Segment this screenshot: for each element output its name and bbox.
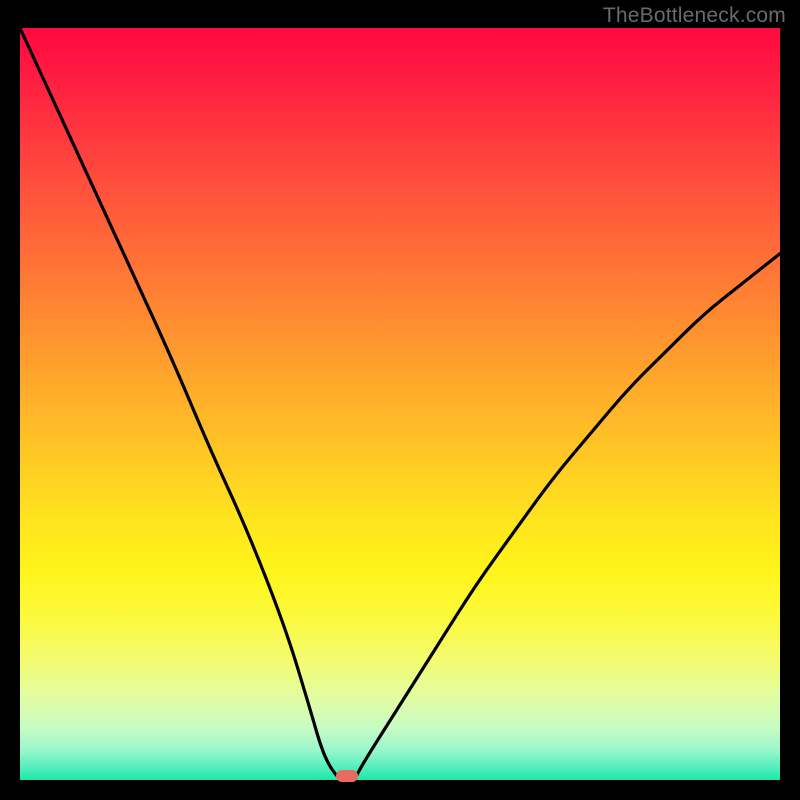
chart-container: TheBottleneck.com bbox=[0, 0, 800, 800]
plot-area bbox=[20, 28, 780, 780]
bottleneck-curve bbox=[20, 28, 780, 780]
optimal-point-marker bbox=[336, 770, 358, 782]
watermark-text: TheBottleneck.com bbox=[603, 4, 786, 28]
curve-svg bbox=[20, 28, 780, 780]
